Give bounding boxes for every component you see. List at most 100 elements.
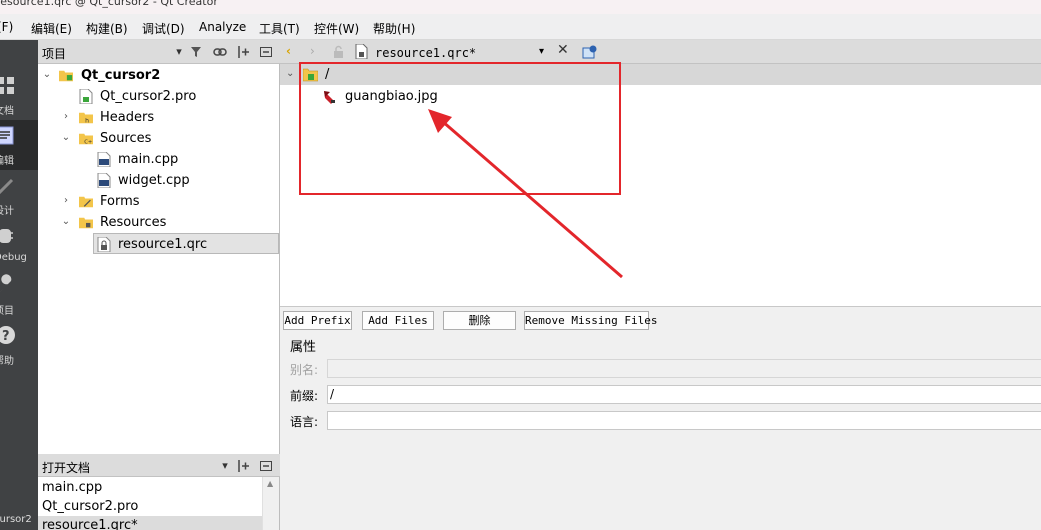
tree-item-label: Resources: [100, 215, 167, 230]
mode-label: 文档: [0, 106, 14, 117]
resource-prefix-icon: [303, 68, 318, 82]
help-icon: ?: [0, 326, 15, 344]
resources-folder-icon: [79, 217, 93, 229]
close-pane-icon[interactable]: [259, 45, 273, 59]
window-title: resource1.qrc @ Qt_cursor2 - Qt Creator: [0, 0, 218, 8]
headers-folder-icon: h: [79, 112, 93, 124]
open-documents-pane: 打开文档 ▾ main.cpp Qt_cursor2.pro resource1…: [38, 454, 280, 530]
close-pane-icon[interactable]: [259, 459, 273, 473]
alias-label: 别名:: [290, 363, 319, 377]
back-arrow-icon[interactable]: ‹: [286, 44, 291, 58]
tree-item-headers[interactable]: › h Headers: [38, 107, 280, 128]
tree-item-label: main.cpp: [118, 152, 179, 167]
image-file-icon: [324, 91, 335, 104]
tree-item-widget-cpp[interactable]: widget.cpp: [38, 170, 280, 191]
mode-welcome[interactable]: 文档: [0, 70, 38, 120]
qrc-file-icon: [97, 237, 111, 252]
tree-item-sources[interactable]: ⌄ C++ Sources: [38, 128, 280, 149]
resource-tree: ⌄ / guangbiao.jpg: [280, 64, 1041, 306]
tree-item-main-cpp[interactable]: main.cpp: [38, 149, 280, 170]
mode-projects[interactable]: 项目: [0, 270, 38, 320]
mode-edit[interactable]: 编辑: [0, 120, 38, 170]
prefix-field[interactable]: /: [327, 385, 1041, 404]
tree-item-label: widget.cpp: [118, 173, 190, 188]
mode-label: 项目: [0, 306, 14, 317]
lock-icon[interactable]: [333, 45, 345, 58]
menu-edit[interactable]: 编辑(E): [31, 20, 72, 37]
close-file-icon[interactable]: ✕: [557, 42, 569, 58]
file-dropdown-icon[interactable]: ▾: [539, 46, 544, 57]
add-prefix-button[interactable]: Add Prefix: [283, 311, 352, 330]
properties-title: 属性: [290, 340, 317, 355]
forward-arrow-icon[interactable]: ›: [310, 44, 315, 58]
mode-debug[interactable]: Debug: [0, 220, 38, 270]
chevron-right-icon[interactable]: ›: [61, 195, 71, 207]
open-document-item[interactable]: resource1.qrc*: [38, 516, 262, 530]
filter-icon[interactable]: [190, 45, 204, 59]
forms-folder-icon: [79, 196, 93, 208]
alias-field[interactable]: [327, 359, 1041, 378]
tree-item-label: Qt_cursor2.pro: [100, 89, 197, 104]
pro-file-icon: [79, 89, 93, 104]
chevron-down-icon[interactable]: ⌄: [61, 216, 71, 228]
chevron-down-icon[interactable]: ⌄: [42, 69, 52, 81]
menu-file[interactable]: (F): [0, 20, 13, 34]
open-document-item[interactable]: Qt_cursor2.pro: [38, 497, 262, 516]
tree-item-label: Qt_cursor2: [81, 68, 161, 83]
scroll-up-icon[interactable]: ▲: [267, 479, 273, 488]
prefix-label: 前缀:: [290, 389, 319, 403]
remove-missing-files-button[interactable]: Remove Missing Files: [524, 311, 657, 330]
menu-build[interactable]: 构建(B): [86, 20, 128, 37]
resource-button-bar: Add Prefix Add Files 删除 Remove Missing F…: [280, 306, 1041, 332]
menu-controls[interactable]: 控件(W): [314, 20, 359, 37]
chevron-down-icon[interactable]: ⌄: [286, 68, 294, 79]
resource-file-label: guangbiao.jpg: [345, 89, 438, 104]
view-dropdown-icon[interactable]: ▾: [172, 45, 186, 59]
svg-text:C++: C++: [84, 139, 93, 145]
tree-item-resource-qrc[interactable]: resource1.qrc: [93, 233, 279, 254]
cpp-file-icon: [97, 152, 111, 167]
mode-label: 编辑: [0, 156, 14, 167]
editor-toolbar: ‹ › resource1.qrc* ▾ ✕: [280, 40, 1041, 64]
open-document-item[interactable]: main.cpp: [38, 478, 262, 497]
project-folder-icon: [59, 70, 73, 82]
open-documents-scrollbar[interactable]: ▲: [262, 477, 279, 530]
kit-selector[interactable]: cursor2: [0, 514, 38, 530]
menu-debug[interactable]: 调试(D): [142, 20, 185, 37]
tree-item-resources[interactable]: ⌄ Resources: [38, 212, 280, 233]
design-icon: [0, 178, 14, 195]
menu-analyze[interactable]: Analyze: [199, 20, 246, 34]
view-dropdown-icon[interactable]: ▾: [218, 459, 232, 473]
tree-item-label: Forms: [100, 194, 140, 209]
mode-label: Debug: [0, 252, 27, 263]
split-icon[interactable]: [236, 45, 250, 59]
properties-panel: 属性 别名: 前缀: / 语言:: [280, 332, 1041, 530]
menu-help[interactable]: 帮助(H): [373, 20, 415, 37]
resource-prefix-row[interactable]: ⌄ /: [280, 64, 1041, 85]
svg-text:?: ?: [2, 329, 10, 344]
tree-item-project[interactable]: ⌄ Qt_cursor2: [38, 65, 280, 86]
chevron-down-icon[interactable]: ⌄: [61, 132, 71, 144]
menubar: (F) 编辑(E) 构建(B) 调试(D) Analyze 工具(T) 控件(W…: [0, 14, 1041, 40]
debug-icon: [0, 229, 13, 243]
tree-item-label: Headers: [100, 110, 155, 125]
grid-icon: [0, 77, 14, 94]
delete-button[interactable]: 删除: [443, 311, 516, 330]
language-label: 语言:: [290, 415, 319, 429]
tree-item-forms[interactable]: › Forms: [38, 191, 280, 212]
mode-design[interactable]: 设计: [0, 170, 38, 220]
split-editor-icon[interactable]: [582, 44, 598, 60]
language-field[interactable]: [327, 411, 1041, 430]
resource-file-row[interactable]: guangbiao.jpg: [280, 86, 1041, 107]
link-icon[interactable]: [213, 45, 227, 59]
current-file-name[interactable]: resource1.qrc*: [375, 46, 476, 60]
chevron-right-icon[interactable]: ›: [61, 111, 71, 123]
split-icon[interactable]: [236, 459, 250, 473]
svg-text:h: h: [85, 117, 89, 124]
menu-tools[interactable]: 工具(T): [259, 20, 300, 37]
cpp-file-icon: [97, 173, 111, 188]
project-pane: 项目 ▾ ⌄ Qt_cursor2 Qt_cursor2.pro › h Hea…: [38, 40, 280, 454]
add-files-button[interactable]: Add Files: [362, 311, 434, 330]
tree-item-pro-file[interactable]: Qt_cursor2.pro: [38, 86, 280, 107]
mode-help[interactable]: ? 帮助: [0, 320, 38, 370]
